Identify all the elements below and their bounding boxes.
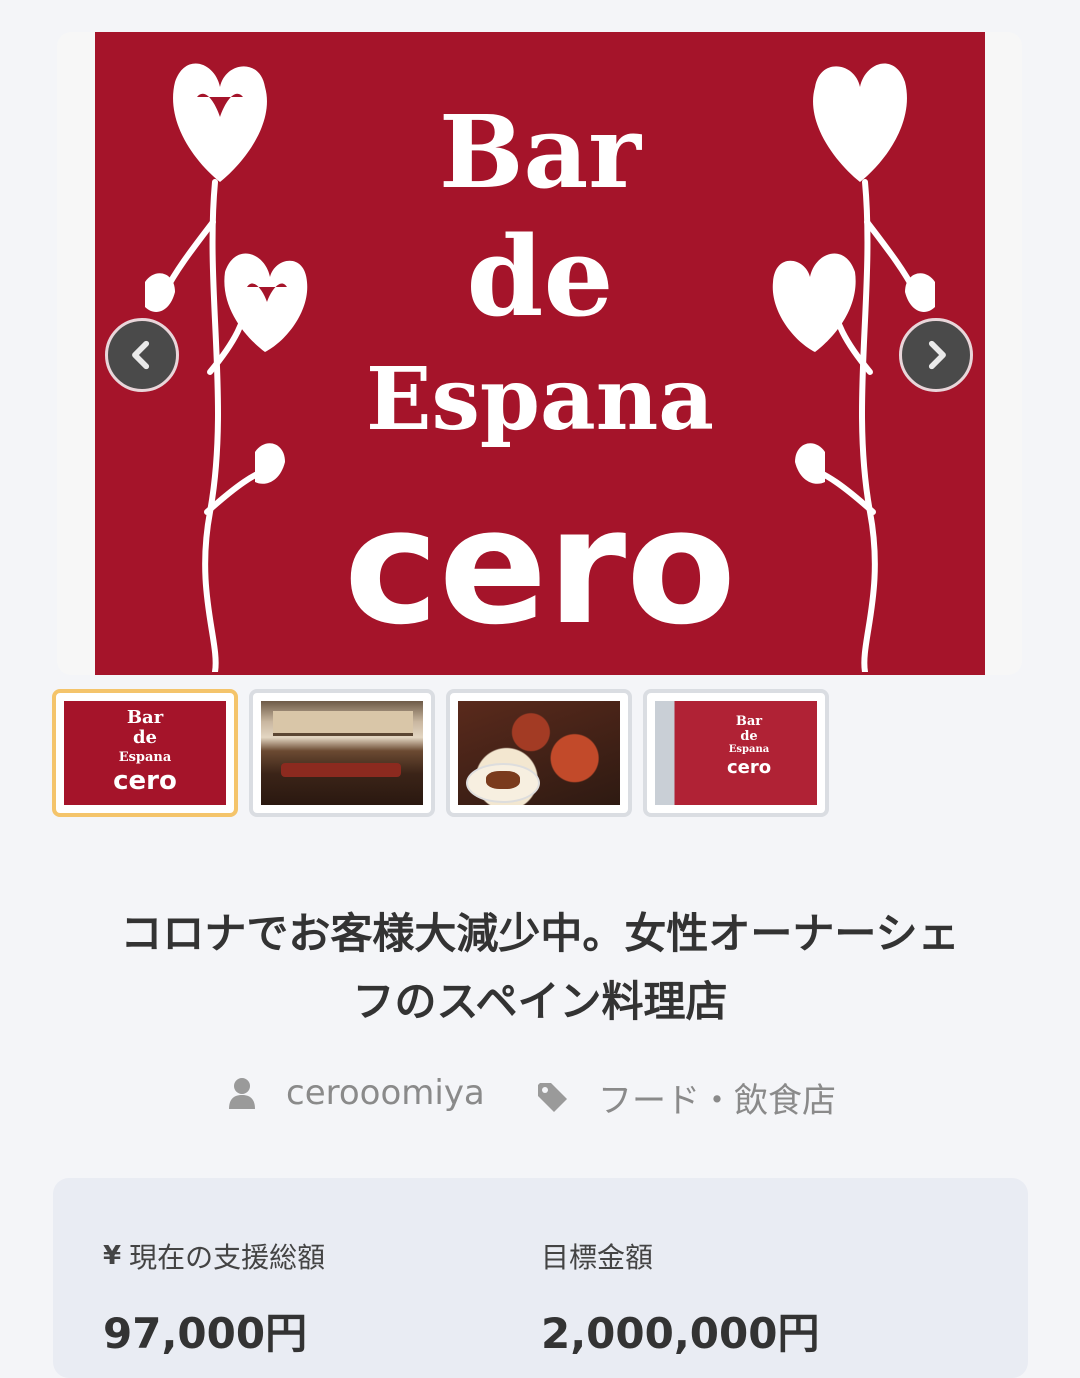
food-dish — [486, 771, 520, 789]
thumb-text: cero — [726, 757, 772, 778]
sign-text-bar: Bar — [438, 93, 641, 211]
owner-link[interactable]: cerooomiya — [228, 1073, 485, 1113]
chevron-left-icon — [132, 340, 150, 370]
project-title-line2: フのスペイン料理店 — [352, 977, 728, 1026]
sign-text-cero: cero — [343, 473, 737, 660]
carousel-next-button[interactable] — [899, 318, 973, 392]
user-icon — [229, 1078, 255, 1109]
thumb-text: de — [132, 727, 158, 748]
carousel-prev-button[interactable] — [105, 318, 179, 392]
thumb-text: cero — [113, 766, 177, 796]
thumb-text: Bar — [126, 707, 164, 728]
hero-carousel: Bar de Espana cero — [57, 32, 1022, 675]
hero-image: Bar de Espana cero — [95, 32, 985, 675]
thumbnail-strip: Bar de Espana cero Bar de Espana cero — [52, 689, 852, 817]
current-amount-label: ¥ 現在の支援総額 — [103, 1236, 325, 1276]
category-link[interactable]: フード・飲食店 — [536, 1073, 836, 1122]
project-title: コロナでお客様大減少中。女性オーナーシェ フのスペイン料理店 — [60, 900, 1020, 1036]
goal-amount-label-text: 目標金額 — [541, 1241, 654, 1274]
current-amount-value: 97,000円 — [103, 1309, 308, 1358]
thumbnail-interior[interactable] — [249, 689, 435, 817]
owner-name: cerooomiya — [286, 1073, 485, 1113]
tag-icon — [538, 1082, 567, 1112]
interior-table — [281, 763, 401, 777]
thumb-text: Espana — [728, 744, 770, 755]
current-amount-label-text: 現在の支援総額 — [129, 1241, 326, 1274]
thumb-text: de — [740, 729, 758, 744]
chevron-right-icon — [928, 340, 946, 370]
thumb-text: Bar — [735, 714, 763, 729]
goal-amount-value: 2,000,000円 — [541, 1309, 820, 1358]
yen-icon: ¥ — [103, 1241, 122, 1271]
project-title-line1: コロナでお客様大減少中。女性オーナーシェ — [120, 909, 960, 958]
thumbnail-storefront[interactable]: Bar de Espana cero — [643, 689, 829, 817]
interior-window — [273, 711, 413, 736]
thumbnail-sign[interactable]: Bar de Espana cero — [52, 689, 238, 817]
thumbnail-food[interactable] — [446, 689, 632, 817]
goal-amount-label: 目標金額 — [541, 1236, 653, 1276]
thumb-text: Espana — [118, 750, 172, 765]
project-meta: cerooomiya フード・飲食店 — [0, 1073, 1080, 1121]
sign-text-de: de — [466, 212, 614, 341]
category-name: フード・飲食店 — [598, 1081, 836, 1121]
sign-text-espana: Espana — [365, 349, 715, 450]
